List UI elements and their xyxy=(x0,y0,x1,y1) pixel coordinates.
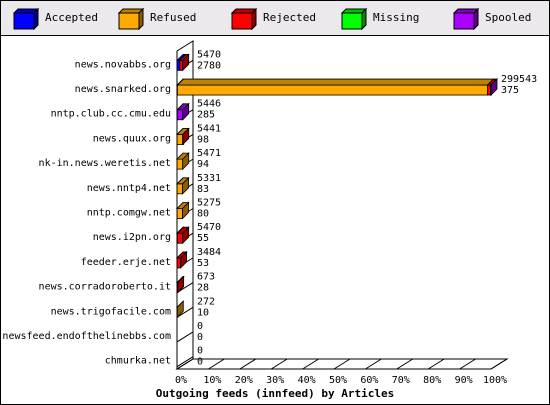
accepted-value-label: 0 xyxy=(197,357,203,368)
chart-frame: Accepted Refused Rejected Missing Spoole… xyxy=(0,0,550,405)
x-tick-label: 30% xyxy=(266,375,284,386)
x-tick-label: 50% xyxy=(329,375,347,386)
accepted-value-label: 83 xyxy=(197,184,209,195)
category-label: nntp.comgw.net xyxy=(87,208,171,219)
offered-value-label: 5331 xyxy=(197,173,221,184)
offered-value-label: 673 xyxy=(197,272,215,283)
offered-value-label: 5446 xyxy=(197,99,221,110)
bar-segment-refused xyxy=(176,158,184,170)
bar-top-refused xyxy=(176,78,495,86)
accepted-value-label: 2780 xyxy=(197,60,221,71)
accepted-value-label: 55 xyxy=(197,233,209,244)
offered-value-label: 3484 xyxy=(197,247,221,258)
category-label: news.snarked.org xyxy=(75,84,171,95)
offered-value-label: 0 xyxy=(197,321,203,332)
x-tick-label: 0% xyxy=(175,375,187,386)
bar-segment-spooled xyxy=(176,109,184,121)
offered-value-label: 5470 xyxy=(197,49,221,60)
bar-segment-rejected xyxy=(176,257,182,269)
category-label: nntp.club.cc.cmu.edu xyxy=(51,109,171,120)
offered-value-label: 0 xyxy=(197,346,203,357)
accepted-value-label: 0 xyxy=(197,332,203,343)
bar-chart: 0% 10% 20% 30% 40% 50% 60% 70% 80% 90% 100% news.no… xyxy=(2,40,537,400)
accepted-value-label: 375 xyxy=(501,85,519,96)
x-tick-label: 10% xyxy=(203,375,221,386)
x-tick-label: 40% xyxy=(298,375,316,386)
offered-value-label: 5275 xyxy=(197,198,221,209)
category-label: news.corradoroberto.it xyxy=(39,282,171,293)
accepted-value-label: 80 xyxy=(197,209,209,220)
x-tick-label: 100% xyxy=(483,375,507,386)
category-label: news.i2pn.org xyxy=(93,232,171,243)
accepted-value-label: 285 xyxy=(197,110,215,121)
accepted-value-label: 94 xyxy=(197,159,209,170)
offered-value-label: 5470 xyxy=(197,222,221,233)
x-tick-label: 20% xyxy=(235,375,253,386)
offered-value-label: 272 xyxy=(197,296,215,307)
category-label: news.novabbs.org xyxy=(75,59,171,70)
x-tick-label: 90% xyxy=(455,375,473,386)
accepted-value-label: 10 xyxy=(197,307,209,318)
offered-value-label: 5471 xyxy=(197,148,221,159)
category-label: feeder.erje.net xyxy=(81,257,171,268)
bar-segment-rejected xyxy=(487,84,491,96)
x-tick-label: 70% xyxy=(392,375,410,386)
chart-title: Outgoing feeds (innfeed) by Articles xyxy=(156,387,394,400)
accepted-value-label: 28 xyxy=(197,283,209,294)
bar-segment-refused xyxy=(176,183,183,195)
category-label: chmurka.net xyxy=(105,356,171,367)
accepted-value-label: 53 xyxy=(197,258,209,269)
category-label: news.trigofacile.com xyxy=(51,306,171,317)
category-label: newsfeed.endofthelinebbs.com xyxy=(2,331,171,342)
x-tick-label: 80% xyxy=(423,375,441,386)
bar-segment-rejected xyxy=(179,59,184,71)
bar-segment-accepted xyxy=(176,59,181,71)
bar-segment-rejected xyxy=(177,232,184,244)
bar-segment-refused xyxy=(177,84,488,96)
offered-value-label: 299543 xyxy=(501,74,537,85)
offered-value-label: 5441 xyxy=(197,123,221,134)
bar-segment-refused xyxy=(176,208,183,219)
category-label: news.quux.org xyxy=(93,133,171,144)
category-label: nk-in.news.weretis.net xyxy=(39,158,171,169)
x-tick-label: 60% xyxy=(360,375,378,386)
accepted-value-label: 98 xyxy=(197,134,209,145)
bar-segment-refused xyxy=(176,134,184,145)
category-label: news.nntp4.net xyxy=(87,183,171,194)
